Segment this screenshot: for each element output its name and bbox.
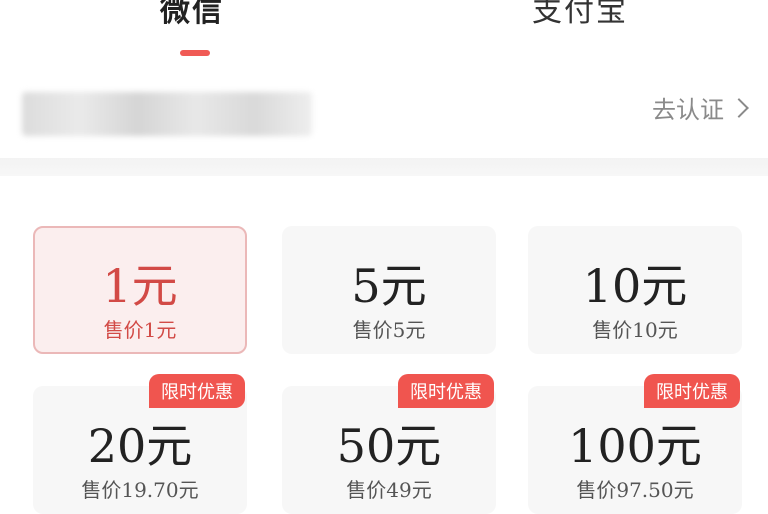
option-price: 售价19.70元 (81, 478, 199, 502)
option-amount: 5元 (351, 259, 427, 313)
option-amount: 20元 (87, 419, 193, 473)
active-tab-indicator (180, 50, 210, 56)
chevron-right-icon (729, 97, 749, 118)
amount-options-grid: 1元 售价1元 5元 售价5元 10元 售价10元 限时优惠 20元 售价19.… (0, 176, 768, 514)
amount-option-100[interactable]: 限时优惠 100元 售价97.50元 (528, 374, 742, 514)
blurred-account-name (22, 92, 312, 136)
option-price: 售价49元 (346, 478, 432, 502)
tab-wechat[interactable]: 微信 (160, 0, 224, 30)
promo-badge: 限时优惠 (644, 374, 740, 408)
promo-badge: 限时优惠 (398, 374, 494, 408)
option-amount: 1元 (102, 259, 178, 313)
verify-link-label: 去认证 (652, 96, 724, 124)
option-amount: 100元 (568, 419, 702, 473)
promo-badge: 限时优惠 (149, 374, 245, 408)
payment-tabs: 微信 支付宝 (0, 0, 768, 62)
option-price: 售价10元 (592, 318, 678, 342)
amount-option-20[interactable]: 限时优惠 20元 售价19.70元 (33, 374, 247, 514)
amount-option-5[interactable]: 5元 售价5元 (282, 226, 496, 354)
option-price: 售价97.50元 (576, 478, 694, 502)
option-amount: 10元 (582, 259, 688, 313)
amount-option-10[interactable]: 10元 售价10元 (528, 226, 742, 354)
option-price: 售价1元 (103, 318, 177, 342)
tab-alipay[interactable]: 支付宝 (532, 0, 628, 30)
amount-option-1[interactable]: 1元 售价1元 (33, 226, 247, 354)
verification-row: 去认证 (0, 62, 768, 158)
option-amount: 50元 (336, 419, 442, 473)
section-divider (0, 158, 768, 176)
verify-link[interactable]: 去认证 (652, 90, 749, 125)
option-price: 售价5元 (352, 318, 426, 342)
amount-option-50[interactable]: 限时优惠 50元 售价49元 (282, 374, 496, 514)
